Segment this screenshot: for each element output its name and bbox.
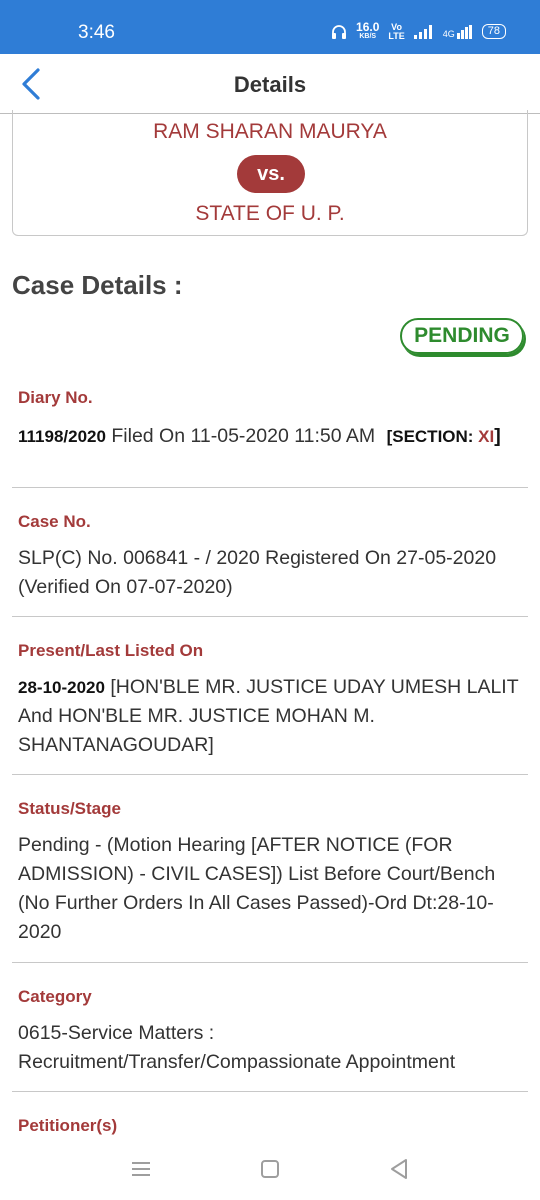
respondent-name: STATE OF U. P. — [195, 202, 345, 225]
square-icon — [261, 1160, 279, 1178]
diary-section-suffix: ] — [494, 425, 501, 447]
category-label: Category — [18, 987, 92, 1006]
volte-bottom: LTE — [388, 30, 405, 41]
headphones-icon — [332, 24, 347, 39]
status-badge: PENDING — [400, 318, 524, 354]
network-speed: 16.0 KB/S — [356, 20, 380, 41]
case-number-value: SLP(C) No. 006841 - / 2020 Registered On… — [18, 547, 497, 598]
status-bar: 3:46 16.0 KB/S Vo LTE 4G 78 — [0, 0, 540, 54]
petitioners-section: Petitioner(s) — [12, 1092, 528, 1140]
nav-home-button[interactable] — [255, 1154, 285, 1184]
diary-section-prefix: [SECTION: — [386, 427, 479, 446]
status-stage-label: Status/Stage — [18, 799, 121, 818]
status-stage-section: Status/Stage Pending - (Motion Hearing [… — [12, 775, 528, 963]
nav-back-button[interactable] — [384, 1154, 414, 1184]
network-type: 4G — [442, 24, 473, 39]
diary-section-value: XI — [478, 427, 495, 446]
signal-icon — [413, 24, 432, 39]
diary-value: 11198/2020 Filed On 11-05-2020 11:50 AM … — [18, 422, 524, 451]
listed-value: 28-10-2020 [HON'BLE MR. JUSTICE UDAY UME… — [18, 673, 524, 760]
diary-number: 11198/2020 — [18, 427, 106, 446]
page-title: Details — [233, 72, 307, 97]
volte-indicator: Vo LTE — [388, 22, 405, 41]
petitioner-name: RAM SHARAN MAURYA — [153, 120, 387, 143]
nav-menu-button[interactable] — [126, 1154, 156, 1184]
status-time: 3:46 — [78, 22, 115, 43]
network-speed-value: 16.0 — [356, 20, 380, 34]
battery-indicator: 78 — [481, 24, 506, 39]
app-header: Details — [0, 54, 540, 114]
status-icons: 16.0 KB/S Vo LTE 4G 78 — [331, 20, 506, 41]
vs-badge: vs. — [237, 155, 305, 193]
system-nav-bar — [0, 1140, 540, 1200]
network-speed-unit: KB/S — [359, 33, 377, 40]
diary-section: Diary No. 11198/2020 Filed On 11-05-2020… — [12, 370, 528, 488]
triangle-back-icon — [391, 1159, 407, 1179]
listed-date: 28-10-2020 — [18, 678, 105, 697]
category-value: 0615-Service Matters : Recruitment/Trans… — [18, 1022, 456, 1073]
diary-filed: Filed On 11-05-2020 11:50 AM — [105, 425, 381, 447]
menu-icon — [132, 1162, 150, 1176]
network-type-label: 4G — [442, 28, 455, 39]
parties-card: RAM SHARAN MAURYA vs. STATE OF U. P. — [12, 110, 528, 236]
case-number-section: Case No. SLP(C) No. 006841 - / 2020 Regi… — [12, 488, 528, 617]
diary-label: Diary No. — [18, 388, 93, 407]
category-section: Category 0615-Service Matters : Recruitm… — [12, 963, 528, 1092]
case-details-heading: Case Details : — [12, 270, 183, 300]
petitioners-label: Petitioner(s) — [18, 1116, 118, 1135]
listed-section: Present/Last Listed On 28-10-2020 [HON'B… — [12, 617, 528, 775]
case-number-label: Case No. — [18, 512, 91, 531]
signal-4g-icon — [456, 24, 472, 39]
status-stage-value: Pending - (Motion Hearing [AFTER NOTICE … — [18, 834, 496, 943]
listed-label: Present/Last Listed On — [18, 641, 204, 660]
